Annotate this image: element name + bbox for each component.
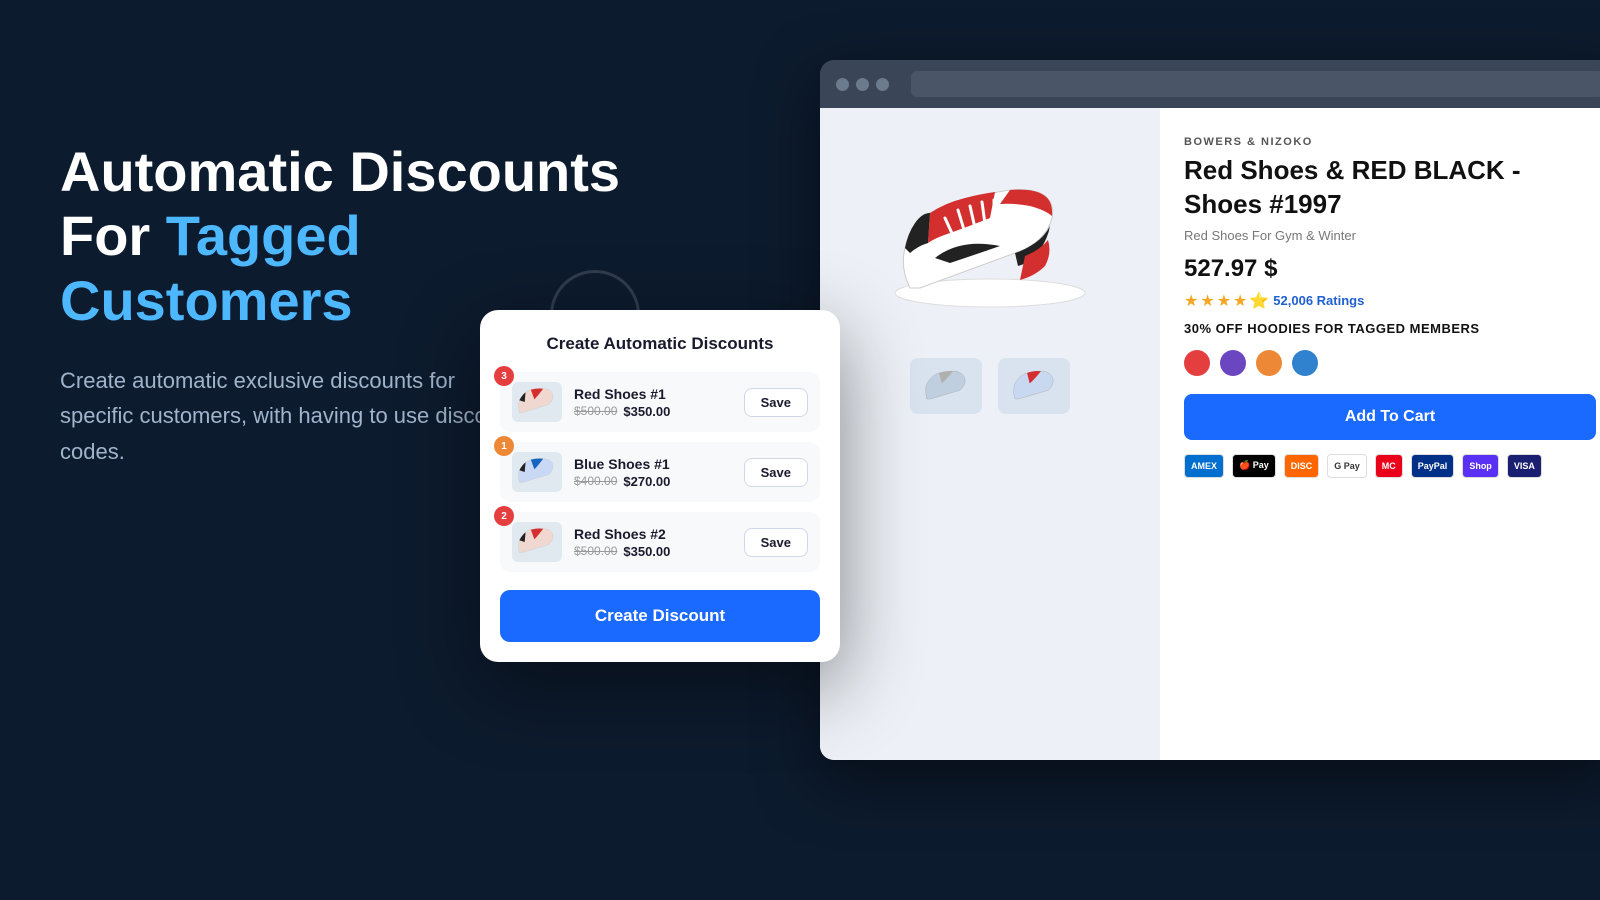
star-rating: ★ ★ ★ ★ ⭐ 52,006 Ratings bbox=[1184, 291, 1596, 311]
save-button-2[interactable]: Save bbox=[744, 458, 808, 487]
item-thumb-3 bbox=[512, 522, 562, 562]
browser-toolbar bbox=[820, 60, 1600, 108]
star-1: ★ bbox=[1184, 291, 1198, 311]
thumb-1 bbox=[910, 358, 982, 414]
original-price-3: $500.00 bbox=[574, 544, 617, 558]
original-price-2: $400.00 bbox=[574, 474, 617, 488]
color-swatches bbox=[1184, 350, 1596, 376]
payment-apple-pay: 🍎 Pay bbox=[1232, 454, 1276, 478]
swatch-orange[interactable] bbox=[1256, 350, 1282, 376]
product-subtitle: Red Shoes For Gym & Winter bbox=[1184, 228, 1596, 243]
product-info-area: BOWERS & NIZOKO Red Shoes & RED BLACK -S… bbox=[1160, 108, 1600, 760]
payment-shopify: Shop bbox=[1462, 454, 1499, 478]
save-button-1[interactable]: Save bbox=[744, 388, 808, 417]
star-5-half: ⭐ bbox=[1249, 291, 1269, 311]
item-name-3: Red Shoes #2 bbox=[574, 526, 732, 542]
swatch-blue[interactable] bbox=[1292, 350, 1318, 376]
item-name-2: Blue Shoes #1 bbox=[574, 456, 732, 472]
swatch-red[interactable] bbox=[1184, 350, 1210, 376]
rating-count: 52,006 Ratings bbox=[1273, 293, 1364, 308]
hero-subtext: Create automatic exclusive discounts for… bbox=[60, 363, 520, 469]
item-details-1: Red Shoes #1 $500.00 $350.00 bbox=[574, 386, 732, 419]
modal-title: Create Automatic Discounts bbox=[500, 334, 820, 354]
payment-mastercard: MC bbox=[1375, 454, 1403, 478]
star-4: ★ bbox=[1233, 291, 1247, 311]
star-3: ★ bbox=[1217, 291, 1231, 311]
discount-banner: 30% OFF HOODIES FOR TAGGED MEMBERS bbox=[1184, 321, 1596, 336]
thumbnail-row bbox=[900, 348, 1080, 424]
item-badge-2: 1 bbox=[494, 436, 514, 456]
swatch-purple[interactable] bbox=[1220, 350, 1246, 376]
discount-item-3: 2 Red Shoes #2 $500.00 $350.00 Save bbox=[500, 512, 820, 572]
product-title: Red Shoes & RED BLACK -Shoes #1997 bbox=[1184, 154, 1596, 222]
discount-modal: Create Automatic Discounts 3 Red Shoes #… bbox=[480, 310, 840, 662]
add-to-cart-button[interactable]: Add To Cart bbox=[1184, 394, 1596, 440]
browser-address-bar bbox=[911, 71, 1600, 97]
browser-dot-green bbox=[876, 78, 889, 91]
payment-discover: DISC bbox=[1284, 454, 1320, 478]
item-details-3: Red Shoes #2 $500.00 $350.00 bbox=[574, 526, 732, 559]
original-price-1: $500.00 bbox=[574, 404, 617, 418]
item-badge-3: 2 bbox=[494, 506, 514, 526]
item-name-1: Red Shoes #1 bbox=[574, 386, 732, 402]
headline-line2-plain: For bbox=[60, 204, 166, 267]
brand-label: BOWERS & NIZOKO bbox=[1184, 136, 1596, 148]
item-badge-1: 3 bbox=[494, 366, 514, 386]
item-prices-3: $500.00 $350.00 bbox=[574, 544, 732, 559]
save-button-3[interactable]: Save bbox=[744, 528, 808, 557]
discounted-price-2: $270.00 bbox=[623, 474, 670, 489]
product-price: 527.97 $ bbox=[1184, 255, 1596, 283]
item-thumb-1 bbox=[512, 382, 562, 422]
stars: ★ ★ ★ ★ ⭐ bbox=[1184, 291, 1269, 311]
main-product-image bbox=[860, 128, 1120, 328]
browser-dot-yellow bbox=[856, 78, 869, 91]
payment-paypal: PayPal bbox=[1411, 454, 1455, 478]
item-prices-1: $500.00 $350.00 bbox=[574, 404, 732, 419]
discounted-price-1: $350.00 bbox=[623, 404, 670, 419]
item-prices-2: $400.00 $270.00 bbox=[574, 474, 732, 489]
browser-content: BOWERS & NIZOKO Red Shoes & RED BLACK -S… bbox=[820, 108, 1600, 760]
star-2: ★ bbox=[1200, 291, 1214, 311]
thumb-2 bbox=[998, 358, 1070, 414]
discount-item-2: 1 Blue Shoes #1 $400.00 $270.00 Save bbox=[500, 442, 820, 502]
browser-dots bbox=[836, 78, 889, 91]
browser-window: BOWERS & NIZOKO Red Shoes & RED BLACK -S… bbox=[820, 60, 1600, 760]
item-thumb-2 bbox=[512, 452, 562, 492]
payment-gpay: G Pay bbox=[1327, 454, 1367, 478]
discounted-price-3: $350.00 bbox=[623, 544, 670, 559]
browser-dot-red bbox=[836, 78, 849, 91]
item-details-2: Blue Shoes #1 $400.00 $270.00 bbox=[574, 456, 732, 489]
payment-methods: AMEX 🍎 Pay DISC G Pay MC PayPal Shop VIS… bbox=[1184, 454, 1596, 478]
create-discount-button[interactable]: Create Discount bbox=[500, 590, 820, 642]
payment-visa: VISA bbox=[1507, 454, 1542, 478]
discount-item-1: 3 Red Shoes #1 $500.00 $350.00 Save bbox=[500, 372, 820, 432]
product-image-area bbox=[820, 108, 1160, 760]
headline-line1: Automatic Discounts bbox=[60, 140, 620, 203]
payment-amex: AMEX bbox=[1184, 454, 1224, 478]
